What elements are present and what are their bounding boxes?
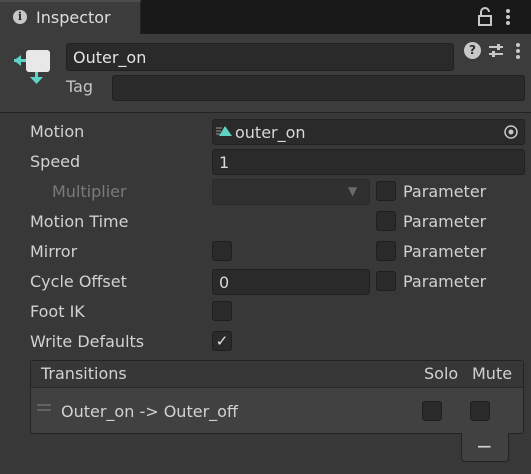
motion-value: outer_on	[235, 123, 306, 142]
multiplier-parameter-checkbox[interactable]	[376, 181, 396, 201]
tab-title: Inspector	[36, 8, 111, 27]
multiplier-parameter-label: Parameter	[403, 182, 487, 201]
minus-icon: −	[476, 434, 493, 458]
state-name-field[interactable]: Outer_on	[66, 43, 454, 71]
mirror-parameter-checkbox[interactable]	[376, 241, 396, 261]
transition-label: Outer_on -> Outer_off	[61, 402, 238, 421]
cycle-offset-label: Cycle Offset	[30, 272, 127, 291]
lock-icon[interactable]	[478, 7, 492, 27]
cycle-offset-parameter-checkbox[interactable]	[376, 271, 396, 291]
animation-clip-icon	[216, 126, 232, 136]
write-defaults-label: Write Defaults	[30, 332, 145, 351]
object-picker-icon[interactable]	[503, 124, 519, 140]
drag-handle-icon[interactable]	[37, 404, 51, 412]
motion-label: Motion	[30, 122, 85, 141]
checkmark-icon: ✓	[215, 332, 229, 350]
context-menu-icon[interactable]	[515, 42, 521, 60]
motion-time-parameter-label: Parameter	[403, 212, 487, 231]
solo-column-label: Solo	[424, 364, 459, 383]
mirror-parameter-label: Parameter	[403, 242, 487, 261]
transitions-header-label: Transitions	[41, 364, 127, 383]
mirror-label: Mirror	[30, 242, 78, 261]
foot-ik-checkbox[interactable]	[212, 301, 232, 321]
help-icon[interactable]: ?	[464, 42, 481, 59]
mirror-checkbox[interactable]	[212, 241, 232, 261]
mute-column-label: Mute	[472, 364, 513, 383]
motion-field[interactable]: outer_on	[212, 119, 525, 145]
speed-field[interactable]: 1	[212, 149, 525, 175]
solo-checkbox[interactable]	[422, 401, 442, 421]
tag-label: Tag	[66, 77, 94, 96]
tag-field[interactable]	[112, 75, 525, 101]
write-defaults-checkbox[interactable]: ✓	[212, 331, 232, 351]
multiplier-label: Multiplier	[52, 182, 127, 201]
foot-ik-label: Foot IK	[30, 302, 85, 321]
motion-time-label: Motion Time	[30, 212, 129, 231]
multiplier-dropdown[interactable]	[212, 179, 370, 205]
mute-checkbox[interactable]	[470, 401, 490, 421]
presets-icon[interactable]	[488, 43, 504, 59]
animator-state-icon	[14, 50, 50, 84]
speed-label: Speed	[30, 152, 81, 171]
cycle-offset-field[interactable]: 0	[212, 269, 370, 295]
kebab-menu-icon[interactable]	[505, 8, 511, 26]
cycle-offset-parameter-label: Parameter	[403, 272, 487, 291]
motion-time-parameter-checkbox[interactable]	[376, 211, 396, 231]
chevron-down-icon: ▼	[348, 184, 358, 198]
info-icon: i	[13, 10, 27, 24]
